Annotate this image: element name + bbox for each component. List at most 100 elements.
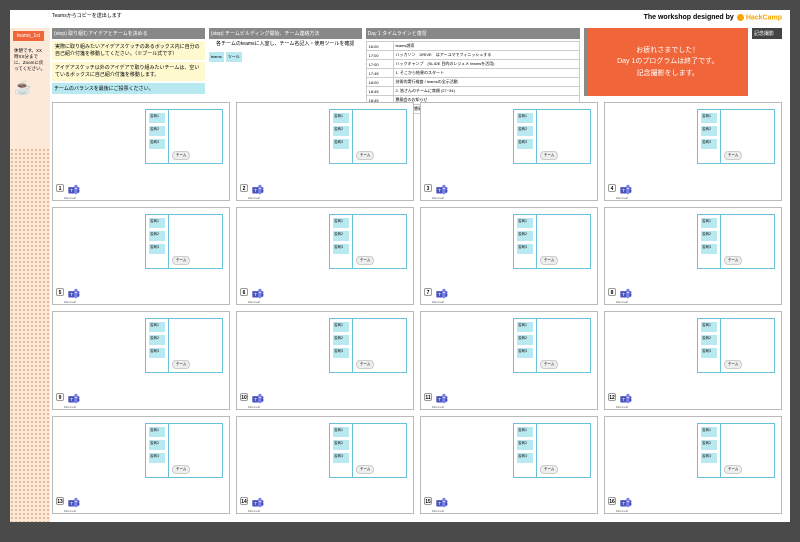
team-cell[interactable]: 9 T Microsoft 名刺1名刺2名刺3 チーム [52,311,230,410]
teams-icon[interactable]: T [618,183,632,197]
member-tag[interactable]: 名刺1 [149,427,165,437]
teams-icon[interactable]: T [618,392,632,406]
team-cell[interactable]: 7 T Microsoft 名刺1名刺2名刺3 チーム [420,207,598,306]
team-name-pill[interactable]: チーム [172,256,190,265]
member-tag[interactable]: 名刺3 [517,139,533,149]
member-tag[interactable]: 名刺1 [701,322,717,332]
team-cell[interactable]: 13 T Microsoft 名刺1名刺2名刺3 チーム [52,416,230,515]
chip-teams[interactable]: teams [209,52,224,62]
teams-icon[interactable]: T [250,287,264,301]
team-cell[interactable]: 16 T Microsoft 名刺1名刺2名刺3 チーム [604,416,782,515]
teams-icon[interactable]: T [66,496,80,510]
member-tag[interactable]: 名刺2 [333,335,349,345]
member-tag[interactable]: 名刺2 [333,231,349,241]
member-tag[interactable]: 名刺3 [701,453,717,463]
team-name-pill[interactable]: チーム [540,151,558,160]
member-tag[interactable]: 名刺2 [701,126,717,136]
member-tag[interactable]: 名刺1 [333,427,349,437]
member-tag[interactable]: 名刺3 [149,453,165,463]
member-tag[interactable]: 名刺3 [333,453,349,463]
team-name-pill[interactable]: チーム [356,256,374,265]
member-tag[interactable]: 名刺3 [149,348,165,358]
teams-icon[interactable]: T [618,287,632,301]
team-cell[interactable]: 14 T Microsoft 名刺1名刺2名刺3 チーム [236,416,414,515]
chip-tool[interactable]: ツール [226,52,242,62]
team-name-pill[interactable]: チーム [356,465,374,474]
member-tag[interactable]: 名刺1 [149,218,165,228]
team-cell[interactable]: 12 T Microsoft 名刺1名刺2名刺3 チーム [604,311,782,410]
member-tag[interactable]: 名刺2 [701,231,717,241]
member-tag[interactable]: 名刺3 [701,244,717,254]
member-tag[interactable]: 名刺1 [333,218,349,228]
teams-icon[interactable]: T [434,392,448,406]
team-cell[interactable]: 1 T Microsoft 名刺1名刺2名刺3 チーム [52,102,230,201]
teams-icon[interactable]: T [434,496,448,510]
team-cell[interactable]: 3 T Microsoft 名刺1名刺2名刺3 チーム [420,102,598,201]
teams-icon[interactable]: T [250,392,264,406]
member-tag[interactable]: 名刺2 [149,440,165,450]
member-tag[interactable]: 名刺3 [517,348,533,358]
member-tag[interactable]: 名刺1 [333,322,349,332]
team-name-pill[interactable]: チーム [724,360,742,369]
teams-icon[interactable]: T [434,287,448,301]
step-1-hint[interactable]: チームのバランスを最後にご投票ください。 [52,83,205,94]
team-name-pill[interactable]: チーム [540,256,558,265]
member-tag[interactable]: 名刺2 [149,335,165,345]
team-cell[interactable]: 10 T Microsoft 名刺1名刺2名刺3 チーム [236,311,414,410]
member-tag[interactable]: 名刺1 [149,113,165,123]
member-tag[interactable]: 名刺2 [517,440,533,450]
member-tag[interactable]: 名刺2 [333,126,349,136]
member-tag[interactable]: 名刺3 [333,244,349,254]
member-tag[interactable]: 名刺1 [517,427,533,437]
member-tag[interactable]: 名刺1 [517,113,533,123]
teams-icon[interactable]: T [66,392,80,406]
member-tag[interactable]: 名刺3 [149,139,165,149]
teams-icon[interactable]: T [250,183,264,197]
member-tag[interactable]: 名刺3 [517,244,533,254]
team-name-pill[interactable]: チーム [724,256,742,265]
member-tag[interactable]: 名刺3 [333,348,349,358]
member-tag[interactable]: 名刺3 [701,139,717,149]
member-tag[interactable]: 名刺1 [517,322,533,332]
team-name-pill[interactable]: チーム [540,465,558,474]
member-tag[interactable]: 名刺1 [701,113,717,123]
team-name-pill[interactable]: チーム [724,151,742,160]
member-tag[interactable]: 名刺1 [701,427,717,437]
member-tag[interactable]: 名刺3 [333,139,349,149]
member-tag[interactable]: 名刺2 [517,231,533,241]
sidebar-tag[interactable]: teams_1st [13,31,44,41]
team-cell[interactable]: 5 T Microsoft 名刺1名刺2名刺3 チーム [52,207,230,306]
team-cell[interactable]: 8 T Microsoft 名刺1名刺2名刺3 チーム [604,207,782,306]
member-tag[interactable]: 名刺1 [517,218,533,228]
member-tag[interactable]: 名刺1 [701,218,717,228]
team-cell[interactable]: 15 T Microsoft 名刺1名刺2名刺3 チーム [420,416,598,515]
team-cell[interactable]: 6 T Microsoft 名刺1名刺2名刺3 チーム [236,207,414,306]
member-tag[interactable]: 名刺2 [333,440,349,450]
teams-icon[interactable]: T [66,287,80,301]
member-tag[interactable]: 名刺3 [517,453,533,463]
teams-icon[interactable]: T [618,496,632,510]
team-name-pill[interactable]: チーム [172,360,190,369]
member-tag[interactable]: 名刺2 [149,126,165,136]
team-name-pill[interactable]: チーム [540,360,558,369]
team-name-pill[interactable]: チーム [172,465,190,474]
team-name-pill[interactable]: チーム [356,360,374,369]
teams-icon[interactable]: T [250,496,264,510]
member-tag[interactable]: 名刺3 [149,244,165,254]
member-tag[interactable]: 名刺3 [701,348,717,358]
member-tag[interactable]: 名刺2 [149,231,165,241]
member-tag[interactable]: 名刺1 [149,322,165,332]
member-tag[interactable]: 名刺2 [701,335,717,345]
team-cell[interactable]: 2 T Microsoft 名刺1名刺2名刺3 チーム [236,102,414,201]
teams-icon[interactable]: T [434,183,448,197]
team-name-pill[interactable]: チーム [356,151,374,160]
member-tag[interactable]: 名刺2 [701,440,717,450]
team-cell[interactable]: 11 T Microsoft 名刺1名刺2名刺3 チーム [420,311,598,410]
member-tag[interactable]: 名刺2 [517,126,533,136]
team-name-pill[interactable]: チーム [172,151,190,160]
teams-icon[interactable]: T [66,183,80,197]
member-tag[interactable]: 名刺2 [517,335,533,345]
member-tag[interactable]: 名刺1 [333,113,349,123]
team-name-pill[interactable]: チーム [724,465,742,474]
team-cell[interactable]: 4 T Microsoft 名刺1名刺2名刺3 チーム [604,102,782,201]
